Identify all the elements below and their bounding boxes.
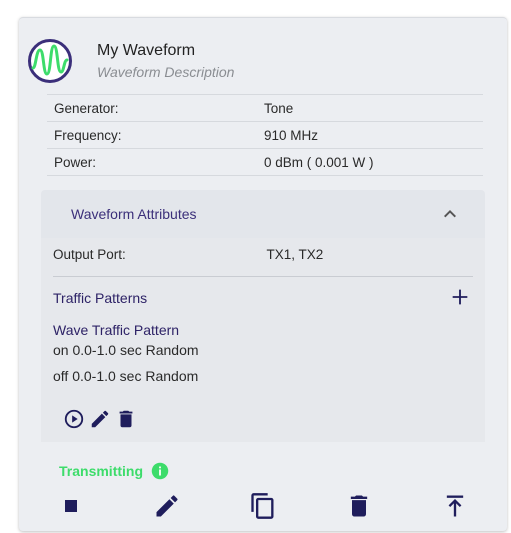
waveform-card: My Waveform Waveform Description Generat…: [19, 17, 507, 531]
card-title: My Waveform: [97, 42, 196, 59]
property-label: Power:: [54, 154, 97, 170]
plus-icon[interactable]: [449, 286, 471, 308]
property-value: Tone: [264, 100, 294, 116]
traffic-patterns-title: Traffic Patterns: [53, 290, 148, 306]
trash-icon[interactable]: [115, 408, 137, 430]
status-indicator: Transmitting: [59, 462, 169, 480]
stop-icon[interactable]: [57, 492, 85, 520]
waveform-toolbar: [57, 492, 477, 522]
property-row-power: Power: 0 dBm ( 0.001 W ): [47, 149, 483, 176]
attributes-panel-title: Waveform Attributes: [71, 206, 197, 222]
divider: [53, 276, 473, 277]
output-port-row: Output Port: TX1, TX2: [53, 247, 473, 262]
traffic-pattern-actions: [63, 408, 137, 432]
copy-icon[interactable]: [249, 492, 277, 520]
info-icon[interactable]: [151, 462, 169, 480]
card-subtitle: Waveform Description: [97, 64, 235, 80]
trash-icon[interactable]: [345, 492, 373, 520]
output-port-value: TX1, TX2: [266, 247, 324, 262]
waveform-logo-icon: [28, 39, 72, 83]
chevron-up-icon[interactable]: [438, 202, 462, 226]
property-value: 0 dBm ( 0.001 W ): [264, 154, 374, 170]
pencil-icon[interactable]: [89, 408, 111, 430]
property-row-generator: Generator: Tone: [47, 95, 483, 122]
upload-icon[interactable]: [441, 492, 469, 520]
property-label: Frequency:: [54, 127, 122, 143]
output-port-label: Output Port:: [53, 247, 126, 262]
waveform-attributes-panel: Waveform Attributes Output Port: TX1, TX…: [41, 190, 485, 442]
pencil-icon[interactable]: [153, 492, 181, 520]
attributes-panel-body: Output Port: TX1, TX2 Traffic Patterns W…: [41, 238, 485, 442]
traffic-pattern-off: off 0.0-1.0 sec Random: [53, 368, 199, 384]
property-row-frequency: Frequency: 910 MHz: [47, 122, 483, 149]
traffic-pattern-on: on 0.0-1.0 sec Random: [53, 342, 199, 358]
attributes-panel-header[interactable]: Waveform Attributes: [41, 190, 485, 238]
status-label: Transmitting: [59, 463, 144, 479]
properties-table: Generator: Tone Frequency: 910 MHz Power…: [47, 94, 483, 176]
property-value: 910 MHz: [264, 127, 319, 143]
property-label: Generator:: [54, 100, 119, 116]
traffic-pattern-name: Wave Traffic Pattern: [53, 322, 180, 338]
play-circle-icon[interactable]: [63, 408, 85, 430]
